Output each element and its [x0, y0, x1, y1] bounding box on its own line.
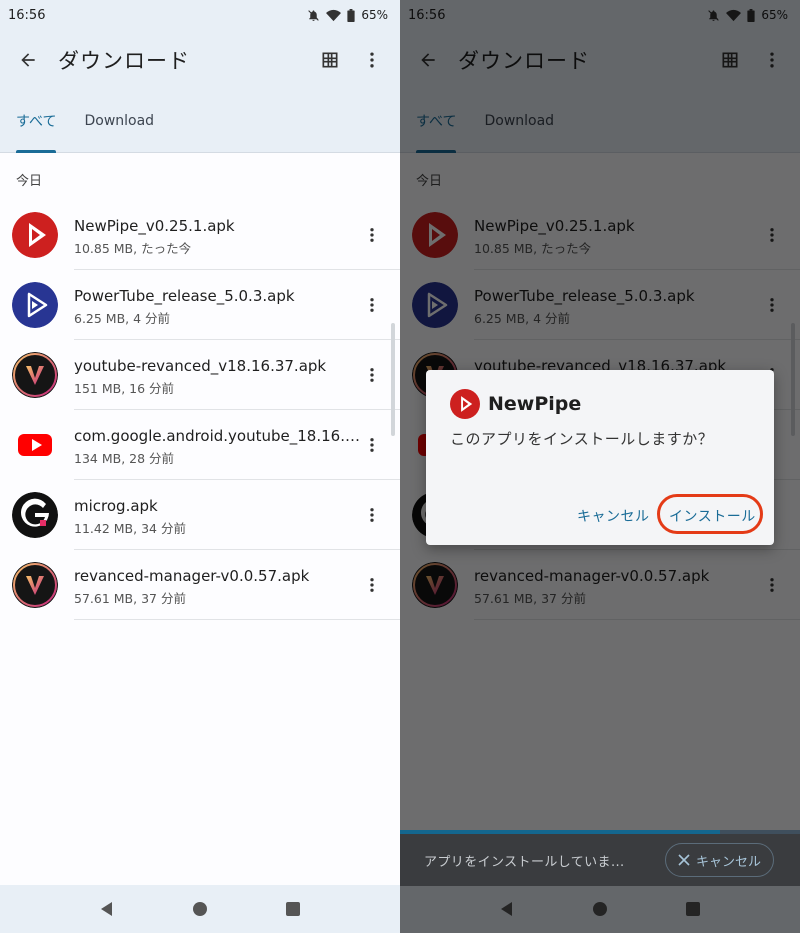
file-name: revanced-manager-v0.0.57.apk — [74, 567, 310, 585]
newpipe-icon — [450, 389, 480, 419]
install-cancel-label: キャンセル — [695, 854, 761, 870]
file-name: youtube-revanced_v18.16.37.apk — [74, 357, 327, 375]
file-name: PowerTube_release_5.0.3.apk — [74, 287, 295, 305]
list-item-text: com.google.android.youtube_18.16.3... 13… — [74, 410, 400, 480]
list-item-text: revanced-manager-v0.0.57.apk 57.61 MB, 3… — [74, 550, 400, 620]
file-meta: 11.42 MB, 34 分前 — [74, 521, 186, 536]
status-bar: 16:56 65% — [0, 0, 400, 30]
dialog-message: このアプリをインストールしますか？ — [450, 430, 714, 448]
battery-icon — [347, 8, 355, 22]
battery-percent: 65% — [361, 8, 388, 22]
dialog-header: NewPipe — [450, 389, 581, 419]
screenshot-stage: 16:56 65% ダウンロード すべて Download 今日 NewPipe… — [0, 0, 800, 933]
install-status-bar: アプリをインストールしていま... キャンセル — [400, 834, 800, 886]
list-item-text: PowerTube_release_5.0.3.apk 6.25 MB, 4 分… — [74, 270, 400, 340]
file-meta: 10.85 MB, たった今 — [74, 241, 192, 256]
file-name: com.google.android.youtube_18.16.3... — [74, 427, 360, 445]
dialog-title: NewPipe — [488, 393, 582, 415]
list-item-text: youtube-revanced_v18.16.37.apk 151 MB, 1… — [74, 340, 400, 410]
status-icons: 65% — [307, 8, 388, 22]
item-more-icon[interactable] — [360, 293, 384, 317]
phone-left: 16:56 65% ダウンロード すべて Download 今日 NewPipe… — [0, 0, 400, 933]
list-item-text: NewPipe_v0.25.1.apk 10.85 MB, たった今 — [74, 200, 400, 270]
dialog-cancel-button[interactable]: キャンセル — [577, 506, 650, 526]
file-meta: 151 MB, 16 分前 — [74, 381, 175, 396]
revanced-icon — [12, 352, 58, 398]
revanced-manager-icon — [12, 562, 58, 608]
youtube-icon — [12, 422, 58, 468]
close-icon — [678, 854, 690, 866]
list-item[interactable]: PowerTube_release_5.0.3.apk 6.25 MB, 4 分… — [0, 270, 400, 340]
section-label-today: 今日 — [16, 174, 43, 189]
newpipe-icon — [12, 212, 58, 258]
install-cancel-button[interactable]: キャンセル — [664, 843, 774, 877]
list-item[interactable]: microg.apk 11.42 MB, 34 分前 — [0, 480, 400, 550]
list-item[interactable]: com.google.android.youtube_18.16.3... 13… — [0, 410, 400, 480]
item-more-icon[interactable] — [360, 573, 384, 597]
app-bar: ダウンロード — [0, 30, 400, 90]
item-more-icon[interactable] — [360, 433, 384, 457]
list-item[interactable]: revanced-manager-v0.0.57.apk 57.61 MB, 3… — [0, 550, 400, 620]
back-arrow-icon[interactable] — [16, 48, 40, 72]
wifi-icon — [326, 9, 342, 21]
list-item[interactable]: youtube-revanced_v18.16.37.apk 151 MB, 1… — [0, 340, 400, 410]
system-nav-bar — [0, 885, 400, 933]
file-list: NewPipe_v0.25.1.apk 10.85 MB, たった今 Power… — [0, 200, 400, 620]
nav-back-icon[interactable] — [92, 894, 122, 924]
file-name: NewPipe_v0.25.1.apk — [74, 217, 235, 235]
file-name: microg.apk — [74, 497, 158, 515]
install-highlight-ring — [657, 494, 763, 534]
tab-download[interactable]: Download — [84, 89, 154, 152]
nav-home-icon[interactable] — [185, 894, 215, 924]
mute-icon — [308, 9, 320, 21]
tab-bar: すべて Download — [0, 90, 400, 153]
nav-recents-icon[interactable] — [278, 894, 308, 924]
grid-view-icon[interactable] — [316, 46, 344, 74]
file-meta: 57.61 MB, 37 分前 — [74, 591, 186, 606]
microg-icon — [12, 492, 58, 538]
file-meta: 6.25 MB, 4 分前 — [74, 311, 171, 326]
scrollbar[interactable] — [391, 323, 395, 436]
list-item-text: microg.apk 11.42 MB, 34 分前 — [74, 480, 400, 550]
list-item[interactable]: NewPipe_v0.25.1.apk 10.85 MB, たった今 — [0, 200, 400, 270]
install-status-text: アプリをインストールしていま... — [424, 854, 625, 870]
page-title: ダウンロード — [58, 49, 190, 73]
powertube-icon — [12, 282, 58, 328]
tab-all[interactable]: すべて — [16, 89, 57, 153]
item-more-icon[interactable] — [360, 363, 384, 387]
item-more-icon[interactable] — [360, 223, 384, 247]
status-time: 16:56 — [8, 7, 46, 23]
item-more-icon[interactable] — [360, 503, 384, 527]
file-meta: 134 MB, 28 分前 — [74, 451, 175, 466]
more-vert-icon[interactable] — [358, 46, 386, 74]
